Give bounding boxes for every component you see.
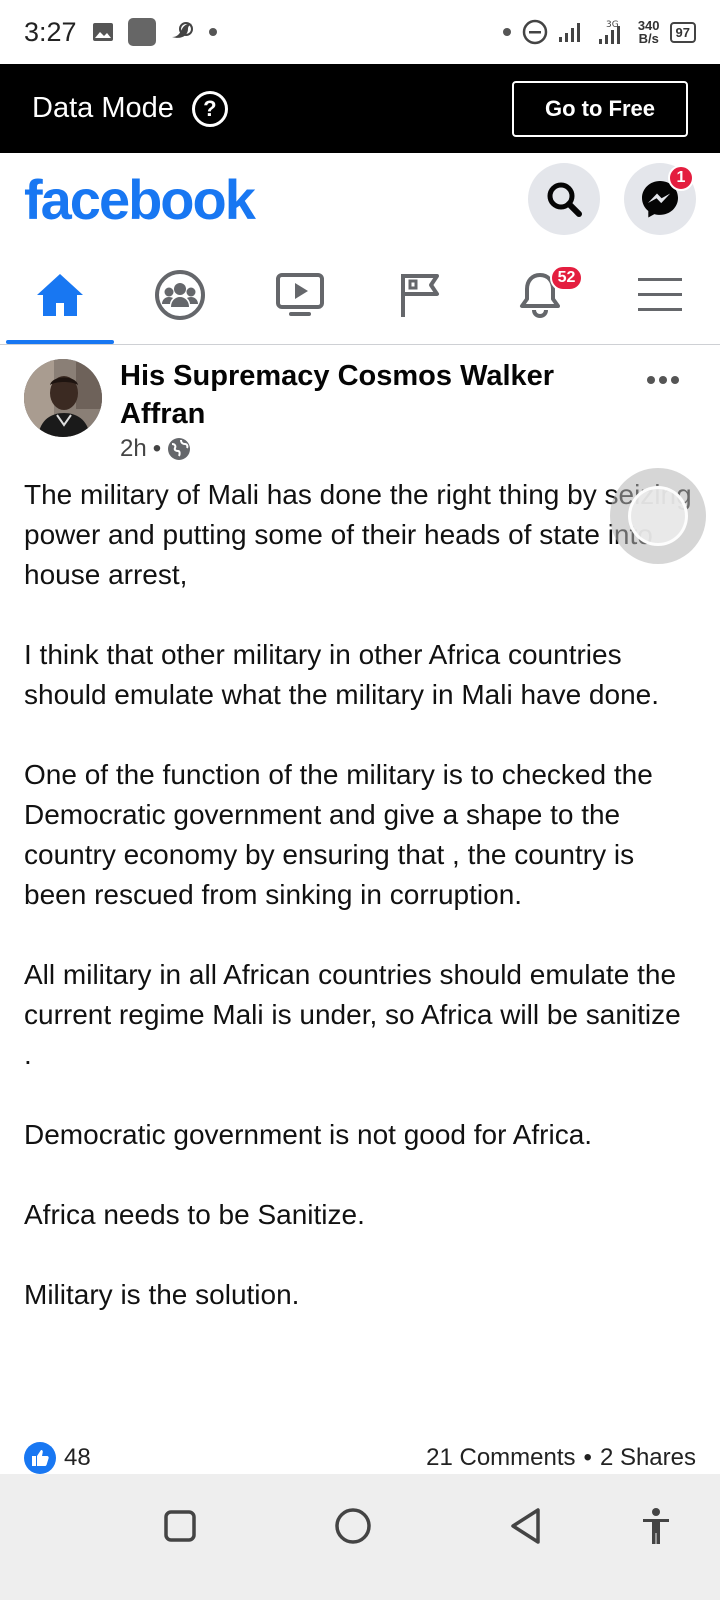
dot-icon: [502, 28, 511, 36]
post-paragraph: Africa needs to be Sanitize.: [24, 1199, 365, 1230]
dnd-icon: [522, 19, 548, 45]
recents-button[interactable]: [154, 1500, 206, 1552]
profile-photo: [24, 359, 102, 437]
flag-icon: [401, 273, 439, 317]
post-header: His Supremacy Cosmos Walker Affran 2h •: [0, 345, 720, 475]
search-button[interactable]: [528, 163, 600, 235]
avatar[interactable]: [24, 359, 102, 437]
comments-count[interactable]: 21 Comments: [426, 1444, 575, 1472]
home-circle-icon: [335, 1508, 371, 1544]
post-paragraph: Democratic government is not good for Af…: [24, 1119, 593, 1150]
dot-icon: [208, 28, 217, 36]
author-name-line2: Affran: [120, 398, 206, 430]
more-icon: [647, 376, 679, 384]
home-button[interactable]: [327, 1500, 379, 1552]
go-to-free-button[interactable]: Go to Free: [512, 80, 688, 137]
tab-pages[interactable]: [360, 245, 480, 344]
like-count[interactable]: 48: [64, 1444, 91, 1472]
signal-icon: [558, 23, 580, 42]
app-notification-icon: [127, 18, 156, 46]
data-mode-bar: Data Mode ? Go to Free: [0, 64, 720, 153]
post-paragraph: Military is the solution.: [24, 1279, 300, 1310]
svg-text:3G: 3G: [606, 20, 619, 30]
tab-watch[interactable]: [240, 245, 360, 344]
engagement-stats: 21 Comments • 2 Shares: [426, 1444, 696, 1472]
stats-separator: •: [583, 1444, 592, 1471]
speed-unit: B/s: [638, 31, 659, 46]
meta-separator: •: [152, 435, 162, 462]
back-button[interactable]: [500, 1500, 552, 1552]
post-time[interactable]: 2h: [120, 435, 147, 463]
header-actions: 1: [528, 163, 696, 235]
post-paragraph: One of the function of the military is t…: [24, 759, 653, 910]
status-bar: 3:27 3G 340 B/s 97: [0, 0, 720, 64]
signal-3g-icon: 3G: [598, 20, 620, 44]
globe-icon: [168, 438, 191, 460]
system-navigation-bar: [0, 1474, 720, 1600]
like-reaction-icon: [24, 1442, 56, 1474]
floating-touch-indicator[interactable]: [610, 468, 706, 564]
status-right: 3G 340 B/s 97: [502, 18, 696, 46]
more-options-button[interactable]: [646, 359, 680, 393]
accessibility-button[interactable]: [630, 1500, 682, 1552]
recents-icon: [164, 1510, 196, 1542]
gallery-icon: [92, 23, 113, 41]
floating-touch-inner: [628, 486, 688, 546]
video-icon: [276, 272, 324, 316]
thumbs-up-icon: [32, 1450, 49, 1466]
search-icon: [547, 182, 582, 217]
messenger-badge: 1: [668, 165, 694, 191]
post-text: The military of Mali has done the right …: [0, 475, 720, 1315]
feed-post: His Supremacy Cosmos Walker Affran 2h • …: [0, 345, 720, 1355]
main-tab-bar: 52: [0, 245, 720, 345]
menu-icon: [638, 277, 682, 311]
data-mode-label: Data Mode: [32, 92, 174, 124]
help-icon[interactable]: ?: [191, 90, 228, 127]
battery-indicator: 97: [669, 21, 696, 43]
app-header: facebook 1: [0, 153, 720, 245]
tab-notifications[interactable]: 52: [480, 245, 600, 344]
messenger-button[interactable]: 1: [624, 163, 696, 235]
tab-home[interactable]: [0, 245, 120, 344]
shares-count[interactable]: 2 Shares: [600, 1444, 696, 1472]
reactions-bar: 48 21 Comments • 2 Shares: [0, 1438, 720, 1478]
author-name[interactable]: His Supremacy Cosmos Walker Affran: [120, 357, 620, 433]
accessibility-icon: [643, 1508, 669, 1544]
facebook-logo[interactable]: facebook: [24, 167, 256, 232]
post-paragraph: I think that other military in other Afr…: [24, 639, 660, 710]
groups-icon: [155, 269, 205, 320]
home-icon: [37, 273, 83, 316]
status-notification-icons: [91, 17, 219, 47]
notifications-badge: 52: [549, 265, 584, 291]
status-time: 3:27: [24, 16, 77, 47]
tab-menu[interactable]: [600, 245, 720, 344]
tab-groups[interactable]: [120, 245, 240, 344]
network-speed: 340 B/s: [638, 19, 660, 45]
back-icon: [511, 1508, 540, 1544]
post-meta: 2h •: [120, 435, 191, 463]
author-name-line1: His Supremacy Cosmos Walker: [120, 360, 555, 392]
bird-app-icon: [171, 22, 193, 38]
post-paragraph: All military in all African countries sh…: [24, 959, 681, 1070]
post-paragraph: The military of Mali has done the right …: [24, 479, 692, 590]
